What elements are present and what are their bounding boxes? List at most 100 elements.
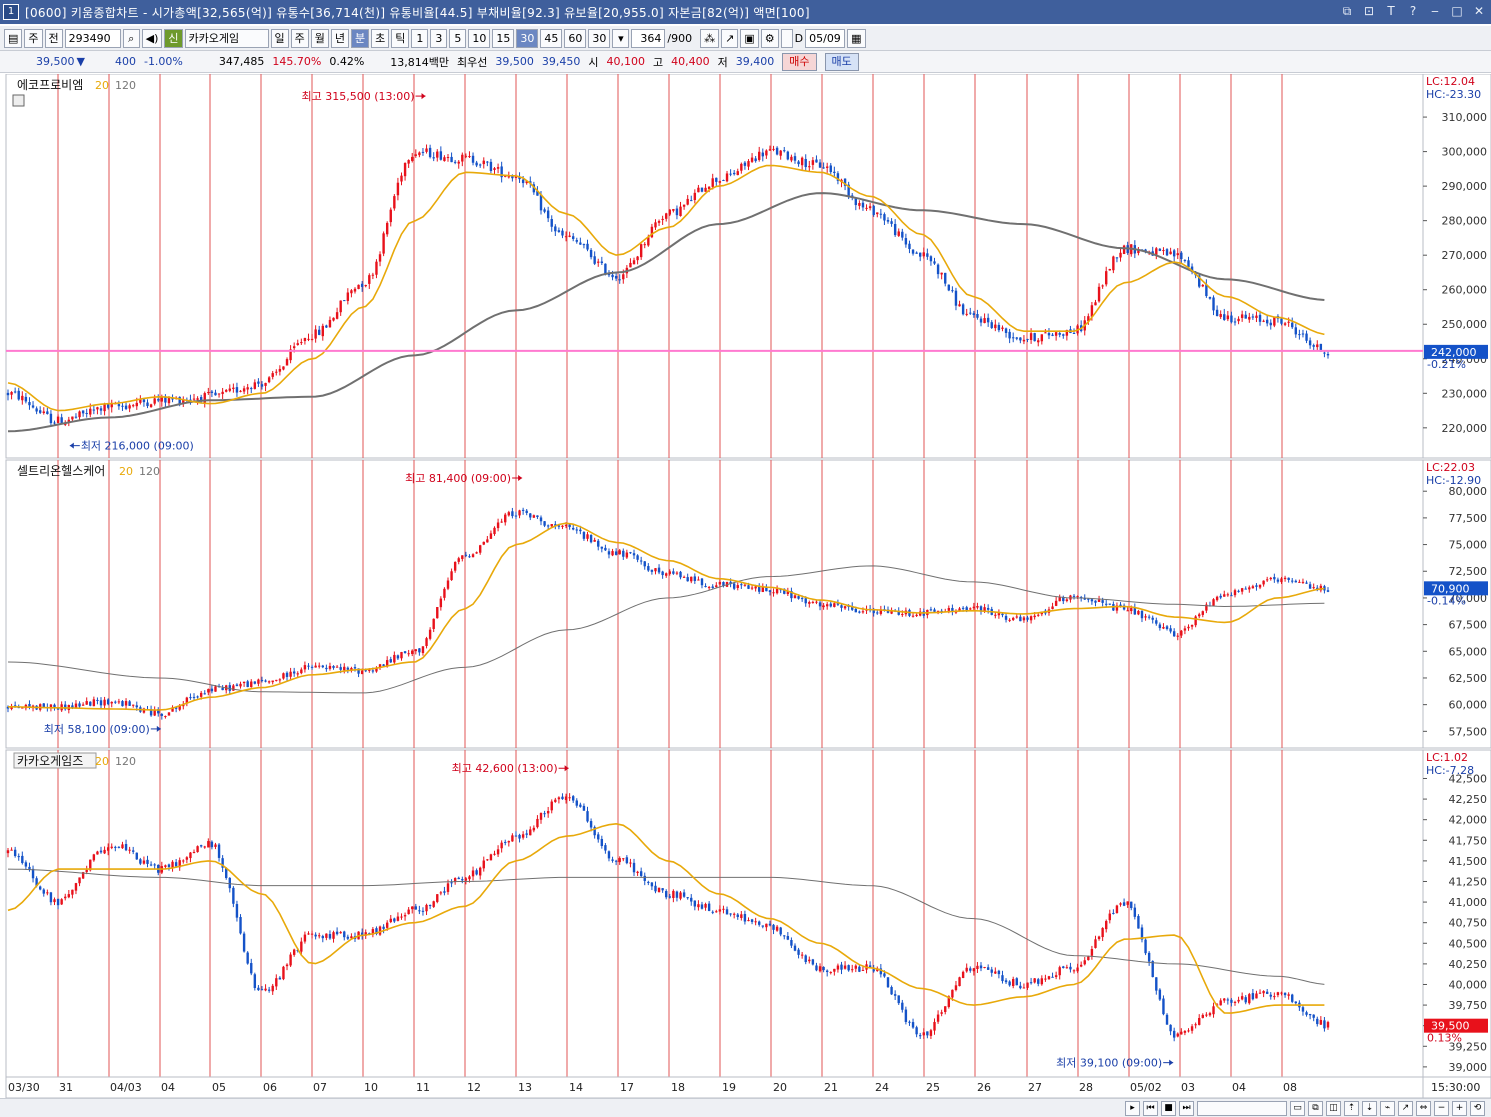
- legend-stock-name[interactable]: 카카오게임즈: [17, 754, 83, 768]
- minimize-button[interactable]: ‒: [1427, 3, 1443, 19]
- link-icon[interactable]: ⧉: [1339, 3, 1355, 19]
- candle-body: [1094, 302, 1097, 306]
- candle-body: [536, 515, 539, 518]
- measure-tool-icon[interactable]: ⇣: [1362, 1100, 1377, 1116]
- chart-view-icon[interactable]: ▭: [1290, 1100, 1305, 1116]
- legend-ma120[interactable]: 120: [139, 465, 160, 478]
- candle-body: [936, 264, 940, 275]
- period-year[interactable]: 년: [330, 28, 350, 48]
- candle-body: [128, 849, 131, 851]
- gear-icon[interactable]: ⚙: [760, 28, 779, 48]
- candle-body: [890, 221, 893, 224]
- legend-ma20[interactable]: 20: [95, 755, 109, 768]
- legend-ma120[interactable]: 120: [115, 755, 136, 768]
- candle-body: [797, 949, 800, 955]
- minute-10[interactable]: 10: [468, 28, 491, 48]
- candle-body: [1019, 985, 1022, 989]
- font-icon[interactable]: T: [1383, 3, 1399, 19]
- candle-body: [1072, 970, 1076, 972]
- candle-body: [110, 846, 113, 848]
- scope-select[interactable]: 전: [44, 28, 63, 48]
- minute-3[interactable]: 3: [430, 28, 448, 48]
- minute-30[interactable]: 30: [516, 28, 539, 48]
- snapshot-icon[interactable]: ⊡: [1361, 3, 1377, 19]
- chevron-down-icon[interactable]: ▾: [612, 28, 630, 48]
- count-input[interactable]: 364: [631, 28, 666, 48]
- save-icon[interactable]: ▣: [740, 28, 759, 48]
- draw-tool-icon[interactable]: ↗: [721, 28, 739, 48]
- indicator-icon[interactable]: ⁂: [700, 28, 720, 48]
- candle-body: [686, 897, 689, 899]
- fit-icon[interactable]: ⇔: [1416, 1100, 1431, 1116]
- candle-body: [436, 894, 439, 902]
- stock-name-field[interactable]: 카카오게임: [184, 28, 269, 48]
- candle-body: [675, 572, 679, 574]
- candle-body: [421, 151, 425, 153]
- chart-type-icon[interactable]: ▤: [4, 28, 23, 48]
- candle-body: [310, 666, 314, 668]
- zoom-out-icon[interactable]: −: [1434, 1100, 1449, 1116]
- candle-body: [961, 304, 965, 315]
- scrollbar-track[interactable]: [1197, 1100, 1287, 1116]
- candle-body: [318, 665, 321, 667]
- minute-5[interactable]: 5: [449, 28, 467, 48]
- calendar-icon[interactable]: ▦: [847, 28, 866, 48]
- period-second[interactable]: 초: [371, 28, 390, 48]
- market-select[interactable]: 주: [24, 28, 43, 48]
- legend-ma120[interactable]: 120: [115, 79, 136, 92]
- candle-body: [994, 324, 997, 329]
- candle-body: [78, 877, 81, 884]
- period-tick[interactable]: 틱: [391, 28, 410, 48]
- sell-button[interactable]: 매도: [824, 52, 859, 71]
- minute-45[interactable]: 45: [540, 28, 563, 48]
- scroll-end-icon[interactable]: ⏭: [1179, 1100, 1194, 1116]
- scroll-right-icon[interactable]: ▸: [1125, 1100, 1140, 1116]
- code-input[interactable]: 293490: [64, 28, 121, 48]
- chart-panel-1[interactable]: 310,000 300,000 290,000 280,000 270,000 260,0…: [5, 73, 1491, 459]
- minute-1[interactable]: 1: [411, 28, 429, 48]
- stop-icon[interactable]: ■: [1161, 1100, 1176, 1116]
- candle-body: [643, 244, 646, 246]
- period-week[interactable]: 주: [290, 28, 309, 48]
- minute-60[interactable]: 60: [564, 28, 587, 48]
- close-button[interactable]: ✕: [1471, 3, 1487, 19]
- cursor-tool-icon[interactable]: ⇡: [1344, 1100, 1359, 1116]
- period-day[interactable]: 일: [270, 28, 289, 48]
- candle-body: [1147, 616, 1151, 618]
- interval-select[interactable]: 30: [588, 28, 611, 48]
- help-icon[interactable]: ?: [1405, 3, 1421, 19]
- candle-body: [611, 859, 614, 861]
- chart-panel-3[interactable]: 42,50042,25042,00041,75041,50041,25041,0…: [5, 749, 1491, 1078]
- period-month[interactable]: 월: [310, 28, 329, 48]
- maximize-button[interactable]: □: [1449, 3, 1465, 19]
- scroll-start-icon[interactable]: ⏮: [1143, 1100, 1158, 1116]
- annotation-icon[interactable]: ⌁: [1380, 1100, 1395, 1116]
- chart-svg[interactable]: 310,000 300,000 290,000 280,000 270,000 260,0…: [0, 73, 1491, 1099]
- chart-area[interactable]: 310,000 300,000 290,000 280,000 270,000 260,0…: [0, 73, 1491, 1099]
- sound-icon[interactable]: ◀): [141, 28, 163, 48]
- candle-body: [389, 209, 392, 223]
- legend-ma20[interactable]: 20: [95, 79, 109, 92]
- legend-stock-name[interactable]: 에코프로비엠: [17, 78, 83, 92]
- candle-body: [92, 699, 96, 707]
- zoom-in-icon[interactable]: +: [1452, 1100, 1467, 1116]
- chart-panel-2[interactable]: 80,00077,50075,00072,50070,00067,50065,0…: [5, 459, 1491, 749]
- date-input[interactable]: 05/09: [805, 28, 846, 48]
- candle-body: [1180, 630, 1183, 636]
- candle-body: [539, 812, 543, 820]
- date-checkbox[interactable]: [780, 28, 793, 48]
- reset-zoom-icon[interactable]: ⟲: [1470, 1100, 1485, 1116]
- buy-button[interactable]: 매수: [782, 52, 817, 71]
- copy-icon[interactable]: ⧉: [1308, 1100, 1323, 1116]
- chart-style-icon[interactable]: ◫: [1326, 1100, 1341, 1116]
- candle-body: [1269, 994, 1272, 997]
- arrow-tool-icon[interactable]: ↗: [1398, 1100, 1413, 1116]
- legend-ma20[interactable]: 20: [119, 465, 133, 478]
- legend-stock-name[interactable]: 셀트리온헬스케어: [17, 464, 105, 478]
- candle-body: [106, 847, 110, 851]
- candle-body: [446, 580, 450, 589]
- search-icon[interactable]: ⌕: [122, 28, 140, 48]
- minute-15[interactable]: 15: [492, 28, 515, 48]
- grid-toggle-icon[interactable]: [12, 94, 25, 107]
- period-minute[interactable]: 분: [351, 28, 370, 48]
